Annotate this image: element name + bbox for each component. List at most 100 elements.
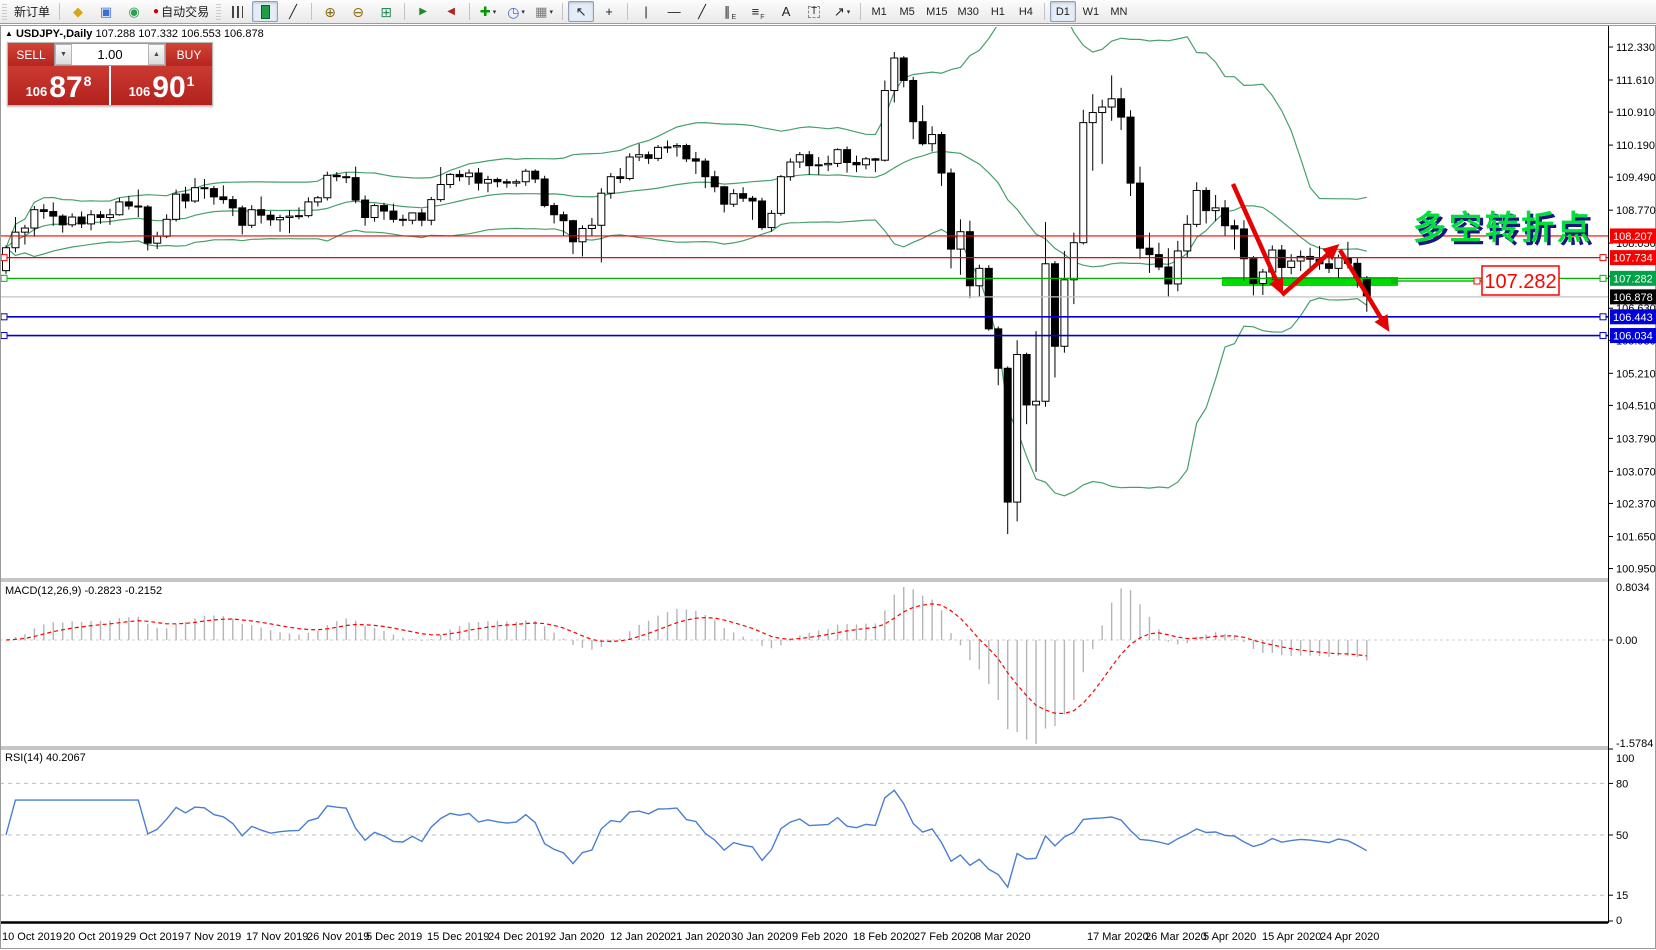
price-badge-text: 107.282: [1613, 273, 1653, 285]
candle-body: [702, 161, 709, 177]
price-tick-label: 112.330: [1616, 42, 1655, 54]
date-axis-label: 18 Feb 2020: [853, 931, 915, 943]
date-axis-label: 29 Oct 2019: [124, 931, 184, 943]
candle-body: [1118, 99, 1125, 117]
auto-trading-icon: ●: [153, 7, 159, 17]
crosshair-tool-button[interactable]: +: [596, 1, 622, 22]
line-chart-mode-button[interactable]: ╱: [280, 1, 306, 22]
template-button[interactable]: ▦ ▾: [531, 1, 557, 22]
zoom-in-button[interactable]: ⊕: [317, 1, 343, 22]
price-tick-label: 102.370: [1616, 498, 1656, 510]
trendline-icon: ╱: [698, 5, 706, 18]
panel-collapse-arrow[interactable]: ▲: [5, 29, 13, 38]
new-order-button[interactable]: 新订单: [10, 1, 54, 22]
chart-shift-icon: ◀: [447, 7, 455, 17]
macd-label: MACD(12,26,9) -0.2823 -0.2152: [5, 585, 162, 597]
toolbar-separator: [562, 3, 563, 20]
candle-body: [749, 198, 756, 201]
arrows-tool-button[interactable]: ↗ ▾: [829, 1, 855, 22]
candle-body: [787, 162, 794, 177]
chart-canvas[interactable]: 多空转折点多空转折点107.282112.330111.610110.91011…: [0, 24, 1656, 950]
text-tool-button[interactable]: A: [773, 1, 799, 22]
date-axis-label: 2 Jan 2020: [550, 931, 604, 943]
toolbar-separator: [311, 3, 312, 20]
candle-body: [910, 80, 917, 121]
trendline-tool-button[interactable]: ╱: [689, 1, 715, 22]
chart-window-button[interactable]: ◆: [65, 1, 91, 22]
candle-body: [475, 173, 482, 183]
candle-body: [541, 179, 548, 206]
candle-body: [362, 200, 369, 217]
candle-body: [1184, 224, 1191, 251]
candle-body: [220, 197, 227, 200]
date-axis-label: 12 Jan 2020: [610, 931, 671, 943]
macd-scale-label: 0.8034: [1616, 582, 1650, 594]
price-tick-label: 109.490: [1616, 172, 1656, 184]
candlestick-mode-button[interactable]: [252, 1, 278, 22]
date-axis-label: 24 Apr 2020: [1320, 931, 1379, 943]
price-badge-text: 107.734: [1613, 253, 1653, 265]
timeframe-button-M15[interactable]: M15: [922, 1, 951, 22]
candle-body: [891, 58, 898, 91]
candle-body: [598, 193, 605, 225]
candle-body: [768, 213, 775, 227]
market-watch-button[interactable]: ▣: [93, 1, 119, 22]
callout-handle: [1474, 278, 1480, 284]
timeframe-button-M30[interactable]: M30: [953, 1, 982, 22]
candle-body: [626, 157, 633, 179]
vertical-line-tool-button[interactable]: |: [633, 1, 659, 22]
candle-body: [976, 268, 983, 285]
indicators-button[interactable]: ✚ ▾: [475, 1, 501, 22]
volume-decrease-button[interactable]: ▼: [55, 44, 72, 65]
cursor-tool-button[interactable]: ↖: [568, 1, 594, 22]
price-tick-label: 110.910: [1616, 107, 1655, 119]
volume-input[interactable]: 1.00: [72, 44, 148, 65]
timeframe-button-M1[interactable]: M1: [866, 1, 892, 22]
buy-price-quote[interactable]: 106901: [111, 66, 212, 105]
sell-price-quote[interactable]: 106878: [8, 66, 109, 105]
candle-body: [50, 212, 57, 217]
timeframe-button-H1[interactable]: H1: [985, 1, 1011, 22]
date-axis-label: 8 Mar 2020: [975, 931, 1031, 943]
candle-body: [437, 184, 444, 199]
sell-button[interactable]: SELL: [8, 43, 54, 66]
candle-body: [862, 159, 869, 165]
macd-scale-label: -1.5784: [1616, 738, 1653, 750]
candle-body: [343, 177, 350, 178]
tile-windows-button[interactable]: ⊞: [373, 1, 399, 22]
candle-body: [286, 216, 293, 217]
timeframe-button-MN[interactable]: MN: [1106, 1, 1132, 22]
volume-increase-button[interactable]: ▲: [148, 44, 165, 65]
auto-trading-button[interactable]: ● 自动交易: [149, 1, 213, 22]
fibonacci-tool-button[interactable]: ≡ F: [745, 1, 771, 22]
text-label-tool-button[interactable]: T: [801, 1, 827, 22]
toolbar-separator: [627, 3, 628, 20]
timeframe-button-H4[interactable]: H4: [1013, 1, 1039, 22]
timeframe-button-D1[interactable]: D1: [1050, 1, 1076, 22]
navigator-button[interactable]: ◉: [121, 1, 147, 22]
periods-button[interactable]: ◷ ▾: [503, 1, 529, 22]
auto-scroll-button[interactable]: ▶: [410, 1, 436, 22]
timeframe-group: M1M5M15M30H1H4 D1W1MN: [865, 1, 1133, 22]
price-tick-label: 103.790: [1616, 433, 1656, 445]
candle-body: [1326, 264, 1333, 269]
candle-body: [324, 175, 331, 197]
annotation-text: 多空转折点: [1413, 209, 1593, 246]
candle-body: [1070, 243, 1077, 280]
candle-body: [579, 228, 586, 241]
channel-tool-button[interactable]: ∥ E: [717, 1, 743, 22]
horizontal-line-tool-button[interactable]: —: [661, 1, 687, 22]
candle-body: [277, 217, 284, 219]
line-handle: [1, 255, 7, 261]
market-watch-icon: ▣: [100, 5, 112, 18]
date-axis-label: 10 Oct 2019: [2, 931, 62, 943]
main-toolbar: 新订单 ◆ ▣ ◉ ● 自动交易 ╱ ⊕ ⊖ ⊞ ▶ ◀ ✚ ▾ ◷ ▾ ▦ ▾…: [0, 0, 1656, 24]
bar-chart-mode-button[interactable]: [224, 1, 250, 22]
macd-scale-label: 0.00: [1616, 635, 1637, 647]
zoom-out-button[interactable]: ⊖: [345, 1, 371, 22]
buy-button[interactable]: BUY: [166, 43, 212, 66]
chart-shift-button[interactable]: ◀: [438, 1, 464, 22]
candle-body: [106, 215, 113, 218]
timeframe-button-W1[interactable]: W1: [1078, 1, 1104, 22]
timeframe-button-M5[interactable]: M5: [894, 1, 920, 22]
